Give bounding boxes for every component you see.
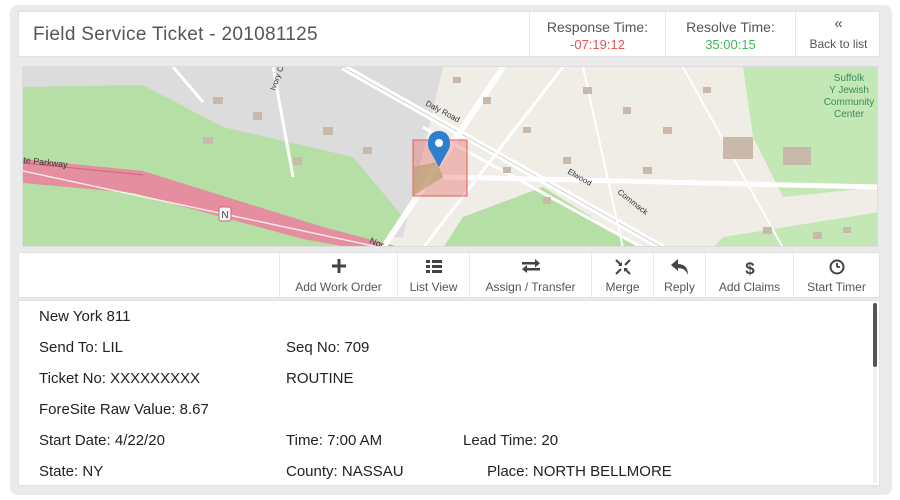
action-toolbar: Add Work Order List View Assign / Transf… [18, 252, 880, 298]
transfer-icon [470, 259, 591, 277]
response-time-label: Response Time: [546, 19, 649, 35]
back-to-list-label: Back to list [809, 37, 868, 51]
details-scrollbar-thumb[interactable] [873, 303, 877, 367]
reply-icon [654, 259, 705, 277]
merge-button[interactable]: Merge [591, 253, 653, 297]
county-field: County: NASSAU [286, 463, 404, 480]
center-label-1: Suffolk [834, 73, 865, 84]
center-label-4: Center [834, 109, 865, 120]
map-view[interactable]: N te Parkway Nor Daly Road Elwood Commac… [22, 66, 878, 247]
plus-icon [280, 259, 397, 277]
center-label-2: Y Jewish [829, 85, 869, 96]
add-work-order-label: Add Work Order [295, 280, 382, 294]
start-timer-button[interactable]: Start Timer [793, 253, 879, 297]
resolve-time-label: Resolve Time: [686, 19, 775, 35]
center-label-3: Community [824, 97, 875, 108]
state-field: State: NY [39, 463, 104, 480]
route-shield-label: N [221, 210, 228, 221]
lead-time-field: Lead Time: 20 [463, 432, 559, 449]
ticket-source: New York 811 [39, 308, 131, 325]
ticket-no-field: Ticket No: XXXXXXXXX [39, 370, 201, 387]
start-timer-label: Start Timer [807, 280, 866, 294]
add-claims-button[interactable]: $ Add Claims [705, 253, 793, 297]
add-work-order-button[interactable]: Add Work Order [279, 253, 397, 297]
double-chevron-left-icon: « [834, 15, 843, 32]
map-canvas: N te Parkway Nor Daly Road Elwood Commac… [23, 67, 877, 246]
page-title: Field Service Ticket - 201081125 [33, 24, 318, 45]
seq-no-field: Seq No: 709 [286, 339, 370, 356]
response-time-panel: Response Time: -07:19:12 [529, 12, 665, 56]
reply-label: Reply [664, 280, 695, 294]
priority-field: ROUTINE [286, 370, 354, 387]
add-claims-label: Add Claims [718, 280, 781, 294]
ticket-header: Field Service Ticket - 201081125 Respons… [18, 11, 880, 57]
ticket-details[interactable]: New York 811 Send To: LIL Seq No: 709 Ti… [18, 300, 880, 486]
send-to-field: Send To: LIL [39, 339, 123, 356]
back-to-list-button[interactable]: « Back to list [795, 12, 881, 56]
assign-transfer-button[interactable]: Assign / Transfer [469, 253, 591, 297]
list-view-label: List View [409, 280, 458, 294]
resolve-time-panel: Resolve Time: 35:00:15 [665, 12, 795, 56]
place-field: Place: NORTH BELLMORE [487, 463, 672, 480]
foresite-raw-value-field: ForeSite Raw Value: 8.67 [39, 401, 209, 418]
svg-text:$: $ [745, 259, 755, 277]
response-time-value: -07:19:12 [570, 37, 625, 52]
list-icon [398, 259, 469, 277]
list-view-button[interactable]: List View [397, 253, 469, 297]
assign-transfer-label: Assign / Transfer [485, 280, 576, 294]
time-field: Time: 7:00 AM [286, 432, 383, 449]
clock-icon [794, 259, 879, 277]
start-date-field: Start Date: 4/22/20 [39, 432, 165, 449]
merge-icon [592, 259, 653, 277]
dollar-icon: $ [706, 259, 793, 277]
merge-label: Merge [605, 280, 640, 294]
reply-button[interactable]: Reply [653, 253, 705, 297]
resolve-time-value: 35:00:15 [705, 37, 756, 52]
